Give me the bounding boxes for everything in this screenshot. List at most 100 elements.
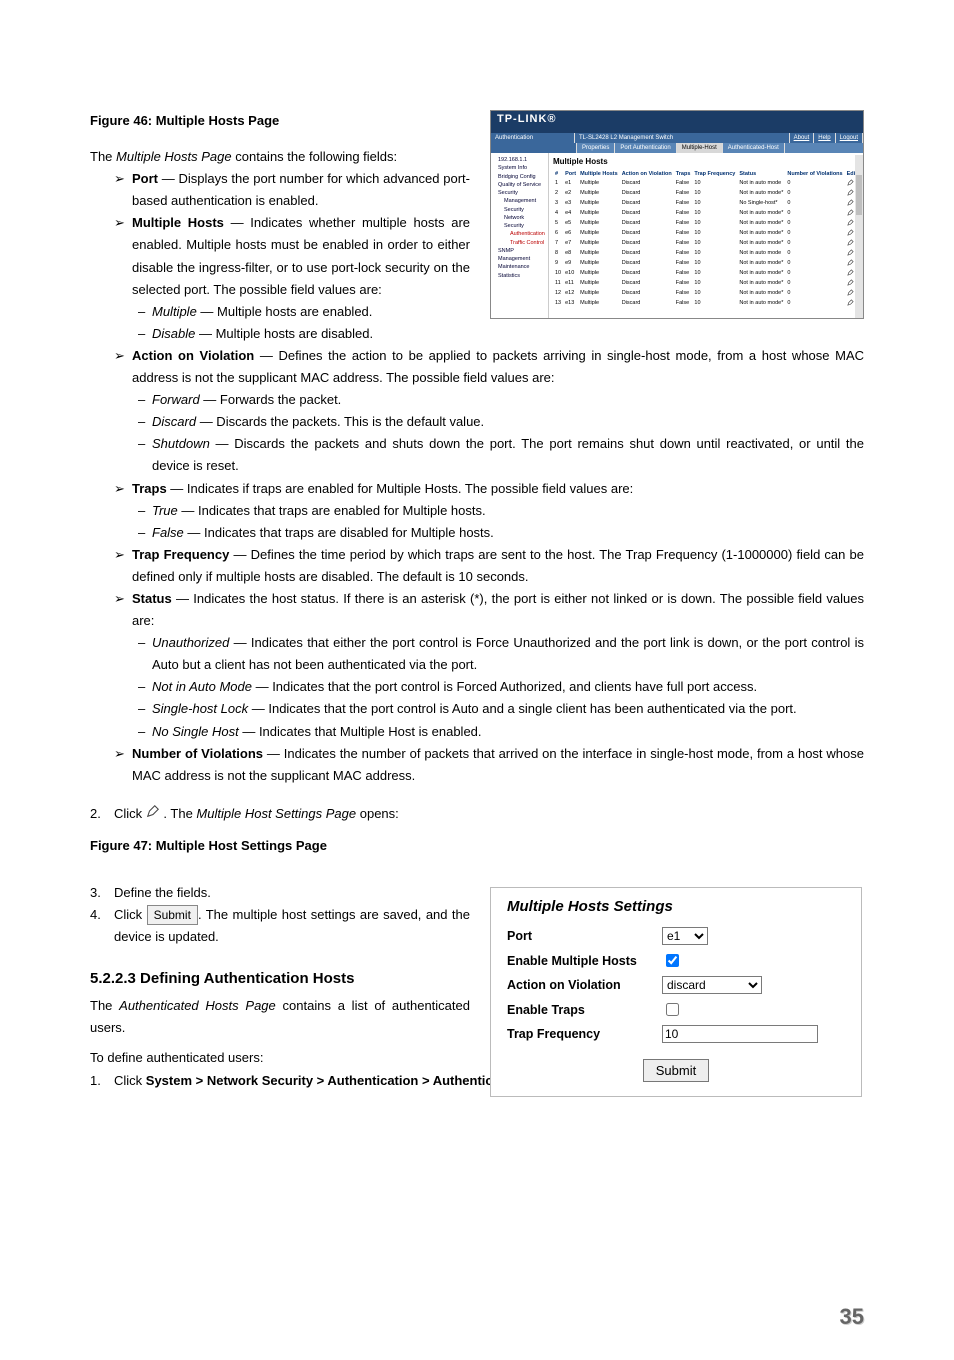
dash-item: – Not in Auto Mode — Indicates that the … (138, 676, 864, 698)
enable-multiple-checkbox[interactable] (666, 954, 679, 967)
about-link[interactable]: About (790, 133, 815, 143)
tree-item[interactable]: System Info (494, 164, 545, 172)
cell: Discard (620, 248, 674, 258)
port-select[interactable]: e1 (662, 927, 708, 945)
tree-item[interactable]: Management Security (494, 197, 545, 214)
bullet-multiple-hosts: ➢ Multiple Hosts — Indicates whether mul… (114, 212, 470, 300)
t: — Defines the time period by which traps… (132, 547, 864, 584)
column-header: Traps (674, 170, 693, 178)
cell: 10 (692, 278, 737, 288)
cell: 3 (553, 198, 563, 208)
bullet-violations: ➢ Number of Violations — Indicates the n… (114, 743, 864, 787)
cell: Discard (620, 298, 674, 308)
cell: 0 (785, 238, 844, 248)
tree-item[interactable]: Security (494, 189, 545, 197)
tree-item[interactable]: Network Security (494, 214, 545, 231)
arrow-icon: ➢ (114, 168, 132, 212)
brand-bar: TP-LINK® (491, 111, 863, 133)
tab-bar: Properties Port Authentication Multiple-… (491, 143, 863, 153)
step-3: 3. Define the fields. (90, 882, 470, 904)
dash-icon: – (138, 389, 152, 411)
label-trap-frequency: Trap Frequency (507, 1027, 662, 1041)
dash-icon: – (138, 500, 152, 522)
table-row: 11e11MultipleDiscardFalse10Not in auto m… (553, 278, 859, 288)
row-trap-frequency: Trap Frequency (507, 1025, 845, 1043)
tab-properties[interactable]: Properties (577, 143, 615, 153)
t: — Discards the packets. This is the defa… (196, 414, 484, 429)
tree-item[interactable]: Quality of Service (494, 181, 545, 189)
t: Disable (152, 326, 195, 341)
cell: Multiple (578, 228, 620, 238)
nav-tree[interactable]: 192.168.1.1System InfoBridging ConfigQua… (491, 153, 549, 318)
t: — Indicates if traps are enabled for Mul… (167, 481, 634, 496)
enable-traps-checkbox[interactable] (666, 1003, 679, 1016)
cell: Multiple (578, 208, 620, 218)
tab-port-auth[interactable]: Port Authentication (615, 143, 676, 153)
tree-item[interactable]: SNMP Management (494, 247, 545, 264)
t: — Indicates that the port control is Aut… (248, 701, 797, 716)
tree-item[interactable]: Authentication (494, 230, 545, 238)
cell: 0 (785, 208, 844, 218)
logout-link[interactable]: Logout (836, 133, 863, 143)
column-header: Number of Violations (785, 170, 844, 178)
label-enable-traps: Enable Traps (507, 1003, 662, 1017)
cell: 7 (553, 238, 563, 248)
column-header: Status (737, 170, 785, 178)
t: Shutdown (152, 436, 210, 451)
dash-icon: – (138, 721, 152, 743)
tree-item[interactable]: 192.168.1.1 (494, 156, 545, 164)
cell: 0 (785, 178, 844, 188)
submit-button[interactable]: Submit (643, 1059, 709, 1082)
cell: e7 (563, 238, 578, 248)
cell: e2 (563, 188, 578, 198)
action-violation-select[interactable]: discard (662, 976, 762, 994)
settings-title: Multiple Hosts Settings (507, 898, 845, 915)
cell: False (674, 178, 693, 188)
t: Status (132, 591, 172, 606)
label-port: Port (507, 929, 662, 943)
cell: 10 (692, 288, 737, 298)
t: True (152, 503, 178, 518)
dash-icon: – (138, 323, 152, 345)
tree-item[interactable]: Traffic Control (494, 239, 545, 247)
tree-item[interactable]: Bridging Config (494, 173, 545, 181)
cell: Not in auto mode (737, 178, 785, 188)
cell: 10 (692, 188, 737, 198)
t: Click (114, 806, 146, 821)
trap-frequency-input[interactable] (662, 1025, 818, 1043)
tab-multiple-host[interactable]: Multiple-Host (677, 143, 723, 153)
cell: e13 (563, 298, 578, 308)
cell: e11 (563, 278, 578, 288)
top-bar: Authentication TL-SL2428 L2 Management S… (491, 133, 863, 143)
dash-item: – True — Indicates that traps are enable… (138, 500, 864, 522)
cell: e5 (563, 218, 578, 228)
row-enable-traps: Enable Traps (507, 1000, 845, 1019)
table-row: 12e12MultipleDiscardFalse10Not in auto m… (553, 288, 859, 298)
cell: Discard (620, 188, 674, 198)
cell: False (674, 228, 693, 238)
cell: 0 (785, 248, 844, 258)
intro-line: The Multiple Hosts Page contains the fol… (90, 146, 470, 168)
cell: 10 (692, 208, 737, 218)
t: Unauthorized (152, 635, 229, 650)
bullet-traps: ➢ Traps — Indicates if traps are enabled… (114, 478, 864, 500)
cell: 5 (553, 218, 563, 228)
t: . The (163, 806, 196, 821)
cell: Not in auto mode* (737, 208, 785, 218)
t: — Forwards the packet. (200, 392, 342, 407)
tree-item[interactable]: Maintenance (494, 263, 545, 271)
fig47-caption: Figure 47: Multiple Host Settings Page (90, 835, 470, 857)
cell: 1 (553, 178, 563, 188)
pencil-icon (146, 803, 160, 825)
help-link[interactable]: Help (814, 133, 835, 143)
t: — Indicates that either the port control… (152, 635, 864, 672)
cell: Discard (620, 288, 674, 298)
cell: 13 (553, 298, 563, 308)
cell: 11 (553, 278, 563, 288)
dash-icon: – (138, 411, 152, 433)
tree-item[interactable]: Statistics (494, 272, 545, 280)
scrollbar[interactable] (855, 155, 863, 318)
tab-auth-host[interactable]: Authenticated-Host (723, 143, 785, 153)
cell: 0 (785, 298, 844, 308)
cell: 10 (692, 228, 737, 238)
